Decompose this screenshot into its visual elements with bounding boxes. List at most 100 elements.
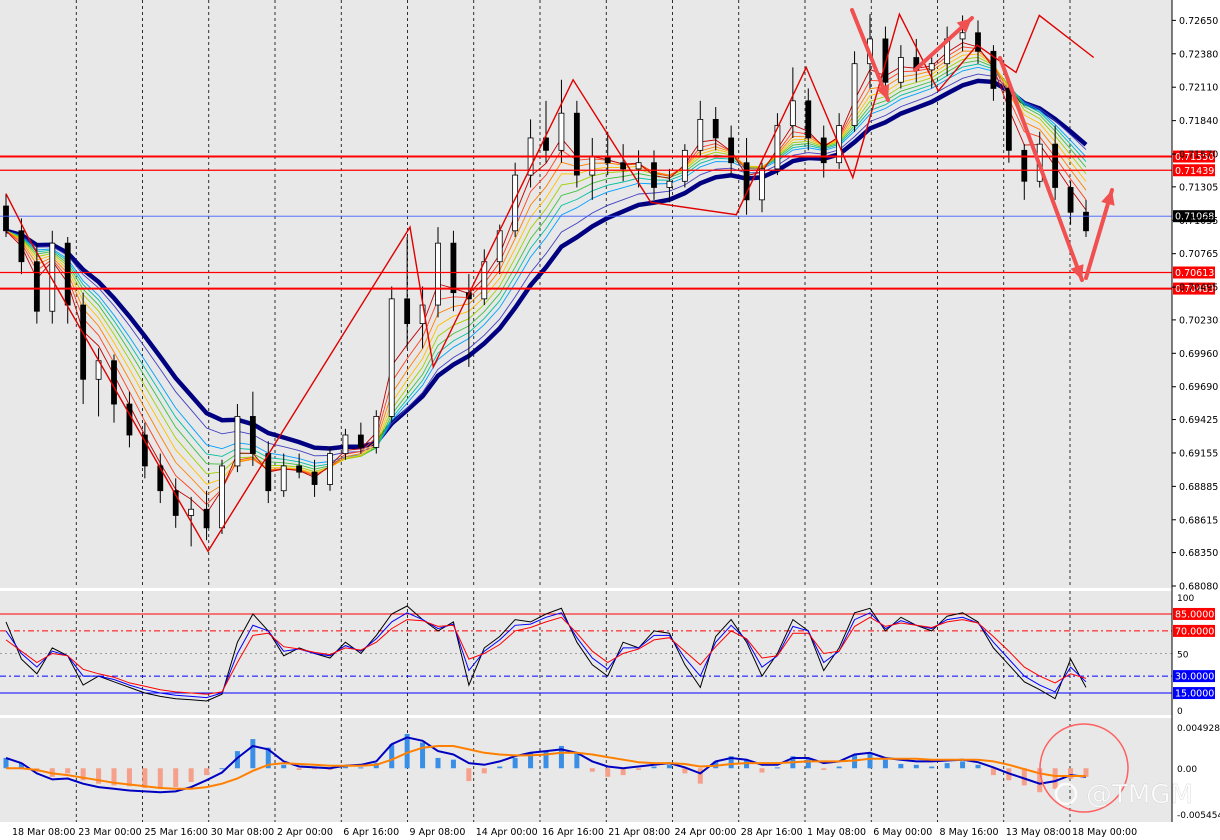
candle-body <box>249 416 256 454</box>
macd-histogram-bar <box>836 766 842 769</box>
candle-body <box>635 162 642 170</box>
time-tick-label: 24 Apr 00:00 <box>675 827 737 838</box>
candle-body <box>1005 88 1012 151</box>
trading-chart: 0.715500.714390.706130.704830.71068 85.0… <box>0 0 1220 840</box>
candle <box>373 410 380 454</box>
candle <box>851 51 858 132</box>
macd-histogram-bar <box>435 757 441 769</box>
candle-body <box>1067 187 1074 213</box>
macd-histogram-bar <box>867 752 873 769</box>
price-tick-label: 0.71840 <box>1179 116 1218 127</box>
candle-body <box>280 465 287 492</box>
macd-histogram-bar <box>389 744 395 769</box>
price-tick-label: 0.69425 <box>1179 415 1218 426</box>
macd-histogram-bar <box>697 768 703 784</box>
macd-histogram-bar <box>666 764 672 769</box>
stochastic-level-label: 15.0000 <box>1175 689 1214 700</box>
macd-histogram-bar <box>960 761 966 769</box>
candle-body <box>805 100 812 139</box>
macd-histogram-bar <box>589 768 595 772</box>
candle <box>388 286 395 423</box>
candle-body <box>111 360 117 405</box>
time-tick-label: 18 May 00:00 <box>1072 827 1137 838</box>
macd-histogram-bar <box>898 763 904 769</box>
macd-histogram-bar <box>512 757 518 769</box>
price-tick-label: 0.68080 <box>1179 582 1218 593</box>
time-tick-label: 30 Mar 08:00 <box>211 827 274 838</box>
macd-histogram-bar <box>821 768 827 770</box>
time-tick-label: 6 Apr 16:00 <box>343 827 399 838</box>
candle <box>573 100 580 188</box>
time-tick-label: 28 Apr 16:00 <box>741 827 803 838</box>
candle-body <box>327 453 333 485</box>
candle-body <box>80 304 87 380</box>
candle-body <box>450 242 457 294</box>
price-tick-label: 0.69690 <box>1179 382 1218 393</box>
macd-histogram-bar <box>420 742 426 769</box>
candle-body <box>959 32 966 40</box>
candle-body <box>882 38 889 83</box>
candle-body <box>558 112 565 151</box>
price-tick-label: 0.72110 <box>1179 83 1218 94</box>
macd-histogram-bar <box>188 768 194 782</box>
candle-body <box>435 242 441 306</box>
candle-body <box>404 298 411 325</box>
candle-body <box>759 168 765 201</box>
candle-body <box>18 230 25 263</box>
price-tick-label: 0.69155 <box>1179 448 1218 459</box>
candle-body <box>33 261 40 312</box>
price-tick-label: 0.72380 <box>1179 49 1218 60</box>
time-tick-label: 8 May 16:00 <box>940 827 999 838</box>
price-tick-label: 0.71570 <box>1179 150 1218 161</box>
macd-histogram-bar <box>358 767 364 769</box>
candle-body <box>3 205 9 232</box>
price-tick-label: 0.70765 <box>1179 249 1218 260</box>
stochastic-tick-label: 100 <box>1177 594 1194 604</box>
price-tick-label: 0.70230 <box>1179 315 1218 326</box>
price-tick-label: 0.68350 <box>1179 548 1218 559</box>
macd-histogram-bar <box>466 768 472 782</box>
candle-body <box>373 416 380 448</box>
candle-body <box>141 434 148 467</box>
time-tick-label: 14 Apr 00:00 <box>476 827 538 838</box>
stochastic-level-label: 70.0000 <box>1175 626 1214 637</box>
candle <box>1005 82 1012 163</box>
candle-body <box>666 180 673 188</box>
macd-histogram-bar <box>774 767 780 769</box>
macd-histogram-bar <box>929 766 935 769</box>
candle-body <box>681 149 688 182</box>
macd-histogram-bar <box>990 768 996 776</box>
time-tick-label: 21 Apr 08:00 <box>608 827 670 838</box>
time-tick-label: 2 Apr 00:00 <box>277 827 333 838</box>
candle-body <box>357 434 364 448</box>
candle-body <box>157 465 164 492</box>
candle-body <box>820 137 827 164</box>
candle-body <box>975 32 981 52</box>
price-tick-label: 0.69960 <box>1179 349 1218 360</box>
candle-body <box>265 453 272 492</box>
macd-histogram-bar <box>281 764 287 769</box>
candle-body <box>728 137 735 164</box>
candle <box>681 144 688 188</box>
candle-body <box>203 508 210 529</box>
macd-histogram-bar <box>250 739 256 769</box>
price-tick-label: 0.68885 <box>1179 482 1218 493</box>
level-price-label: 0.70613 <box>1175 268 1214 279</box>
stochastic-panel <box>0 591 1172 715</box>
candle-body <box>1021 149 1028 182</box>
macd-histogram-bar <box>944 763 950 769</box>
price-tick-label: 0.71035 <box>1179 216 1218 227</box>
price-tick-label: 0.71305 <box>1179 182 1218 193</box>
candle-body <box>620 162 627 170</box>
macd-histogram-bar <box>605 768 611 777</box>
candle-body <box>188 508 195 516</box>
macd-histogram-bar <box>157 768 163 789</box>
level-price-label: 0.71439 <box>1175 166 1214 177</box>
macd-histogram-bar <box>481 768 487 774</box>
macd-histogram-bar <box>1052 768 1058 789</box>
candle-body <box>388 298 395 417</box>
time-axis: 18 Mar 08:00 23 Mar 00:00 25 Mar 16:00 30 M… <box>12 827 1137 838</box>
time-tick-label: 6 May 00:00 <box>873 827 932 838</box>
candle-body <box>296 465 303 473</box>
macd-histogram-bar <box>620 768 626 776</box>
